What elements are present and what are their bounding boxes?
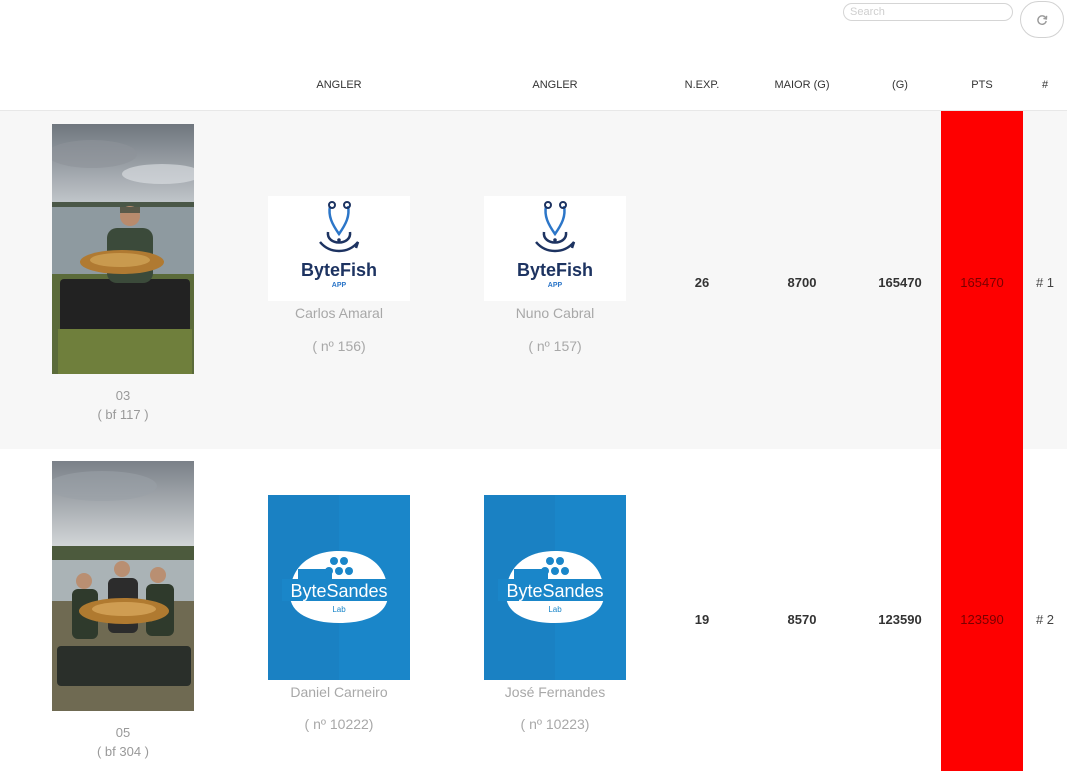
n-exp-value: 26	[694, 275, 710, 290]
bytefish-logo-sub: APP	[548, 282, 563, 289]
angler-name[interactable]: Nuno Cabral	[480, 305, 630, 321]
refresh-icon	[1037, 14, 1048, 25]
angler-name[interactable]: Carlos Amaral	[264, 305, 414, 321]
maior-value: 8700	[787, 275, 817, 290]
bytesandes-logo: ByteSandes Lab	[484, 495, 626, 680]
table-row[interactable]: 05 ( bf 304 ) ByteSandes Lab Daniel Carn…	[0, 449, 1067, 771]
angler-number: ( nº 156)	[312, 338, 366, 354]
table-row[interactable]: 03 ( bf 117 ) ByteFish APP Carlos Amaral…	[0, 111, 1067, 449]
header-pts[interactable]: PTS	[941, 72, 1023, 98]
team-number: 05	[115, 725, 131, 740]
angler-number: ( nº 157)	[528, 338, 582, 354]
bytesandes-logo-text: ByteSandes	[506, 581, 603, 601]
bytesandes-logo-text: ByteSandes	[290, 581, 387, 601]
total-g-value: 165470	[878, 275, 922, 290]
header-n-exp[interactable]: N.EXP.	[672, 72, 732, 98]
bytefish-logo: ByteFish APP	[484, 196, 626, 301]
angler-number: ( nº 10222)	[304, 716, 374, 732]
team-photo	[52, 461, 194, 711]
bytesandes-logo: ByteSandes Lab	[268, 495, 410, 680]
header-rank[interactable]: #	[1030, 72, 1060, 98]
table-header: ANGLER ANGLER N.EXP. MAIOR (G) (G) PTS #	[0, 72, 1067, 111]
bytefish-logo-text: ByteFish	[301, 260, 377, 280]
team-code: ( bf 304 )	[96, 744, 150, 759]
bytesandes-logo-sub: Lab	[332, 605, 346, 614]
angler-name[interactable]: Daniel Carneiro	[264, 684, 414, 700]
header-total-g[interactable]: (G)	[870, 72, 930, 98]
rank-value: # 1	[1035, 275, 1055, 290]
pts-value: 165470	[960, 275, 1004, 290]
bytefish-logo: ByteFish APP	[268, 196, 410, 301]
search-input[interactable]	[843, 3, 1013, 21]
team-code: ( bf 117 )	[97, 407, 149, 422]
header-angler-1[interactable]: ANGLER	[279, 72, 399, 98]
bytesandes-logo-sub: Lab	[548, 605, 562, 614]
angler-name[interactable]: José Fernandes	[480, 684, 630, 700]
header-angler-2[interactable]: ANGLER	[495, 72, 615, 98]
n-exp-value: 19	[694, 612, 710, 627]
total-g-value: 123590	[878, 612, 922, 627]
header-maior[interactable]: MAIOR (G)	[762, 72, 842, 98]
team-photo	[52, 124, 194, 374]
angler-number: ( nº 10223)	[520, 716, 590, 732]
rank-value: # 2	[1035, 612, 1055, 627]
maior-value: 8570	[787, 612, 817, 627]
bytefish-logo-text: ByteFish	[517, 260, 593, 280]
pts-value: 123590	[960, 612, 1004, 627]
refresh-button[interactable]	[1020, 1, 1064, 38]
bytefish-logo-sub: APP	[332, 282, 347, 289]
pts-highlight-column	[941, 111, 1023, 771]
team-number: 03	[115, 388, 131, 403]
